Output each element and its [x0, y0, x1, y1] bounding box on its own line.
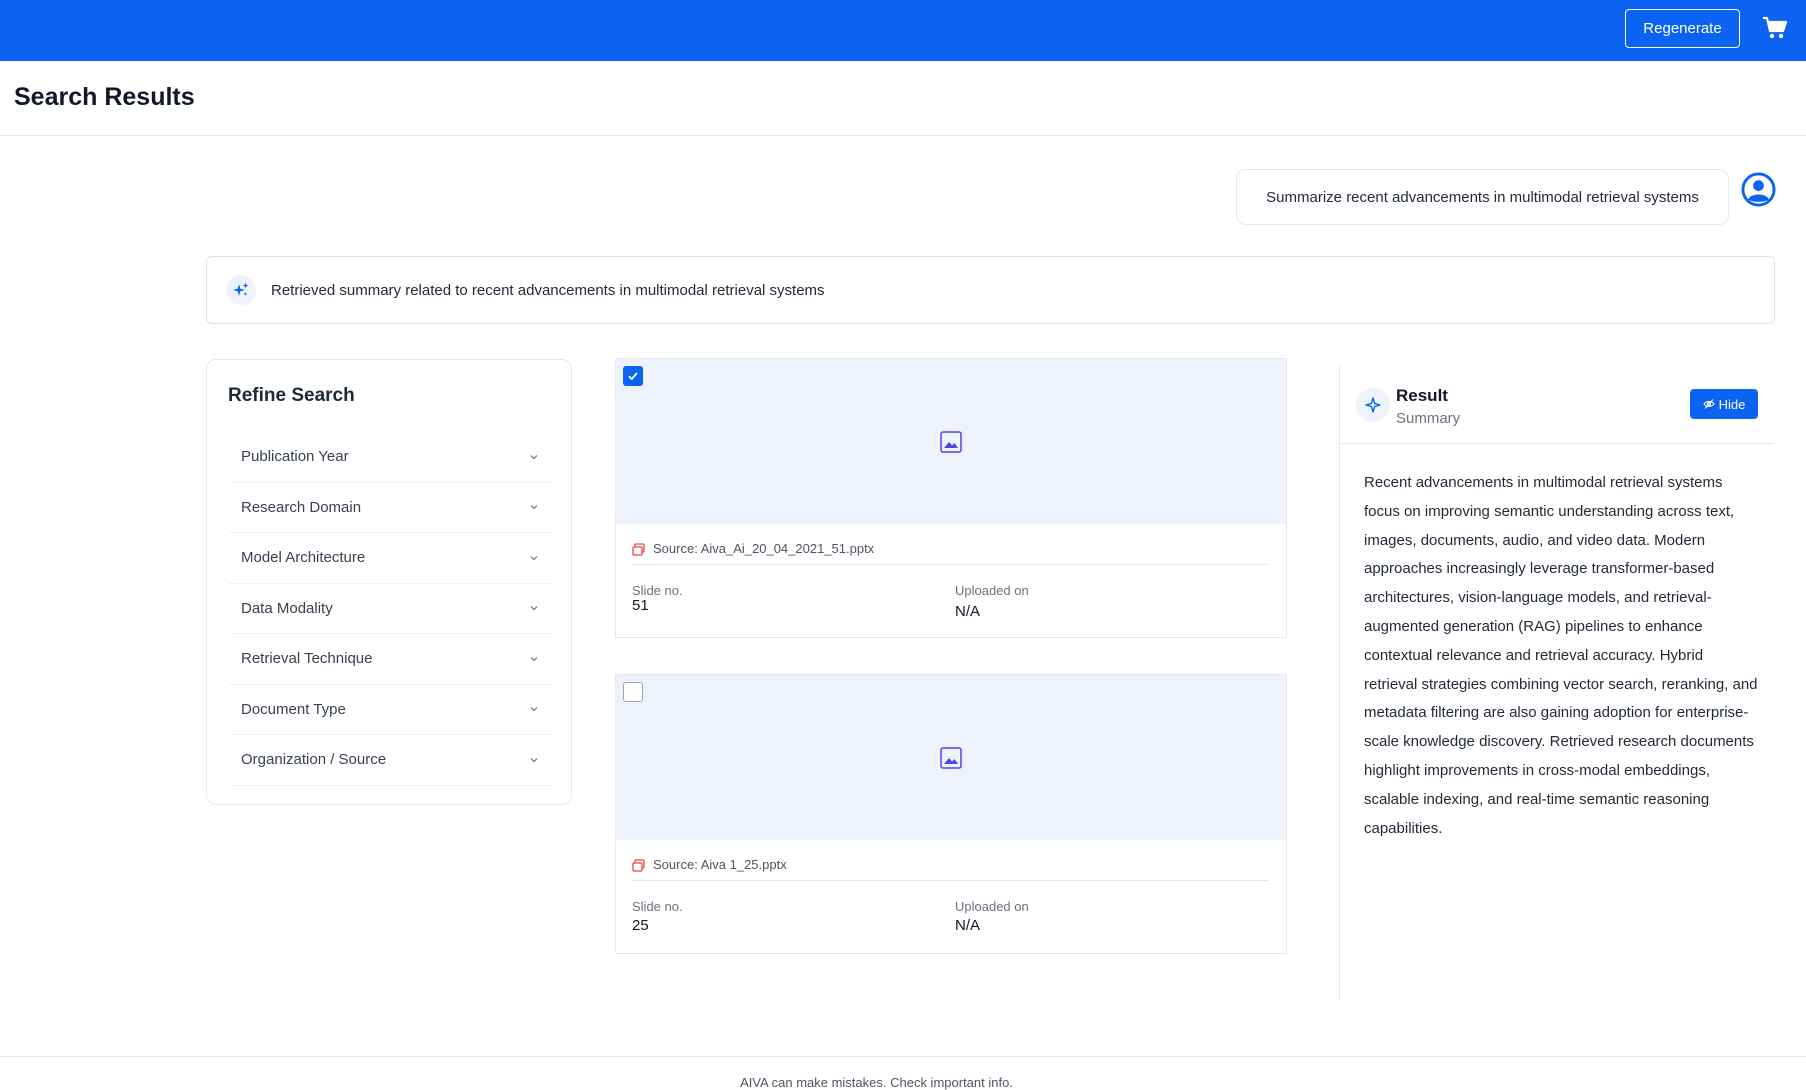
result-card: Source: Aiva 1_25.pptx Slide no. 25 Uplo… — [615, 674, 1287, 954]
slide-thumbnail[interactable] — [616, 359, 1286, 524]
panel-divider — [1339, 366, 1340, 1000]
image-placeholder-icon — [940, 747, 962, 769]
source-filename[interactable]: Source: Aiva 1_25.pptx — [653, 857, 787, 872]
slide-number-value: 51 — [632, 597, 649, 614]
uploaded-on-label: Uploaded on — [955, 899, 1029, 914]
select-checkbox[interactable] — [623, 682, 643, 702]
filter-organization-source[interactable]: Organization / Source — [229, 735, 551, 786]
filter-retrieval-technique[interactable]: Retrieval Technique — [229, 634, 551, 685]
filter-data-modality[interactable]: Data Modality — [229, 584, 551, 634]
summary-banner-text: Retrieved summary related to recent adva… — [271, 281, 825, 299]
source-row: Source: Aiva_Ai_20_04_2021_51.pptx — [632, 541, 1268, 565]
sparkle-icon — [226, 275, 256, 305]
chevron-down-icon — [530, 707, 538, 712]
filter-label: Research Domain — [241, 498, 362, 516]
filter-model-architecture[interactable]: Model Architecture — [229, 533, 551, 584]
slide-number-label: Slide no. — [632, 583, 683, 598]
user-query-text: Summarize recent advancements in multimo… — [1266, 188, 1699, 206]
uploaded-on-value: N/A — [955, 603, 981, 620]
uploaded-on-value: N/A — [955, 917, 981, 934]
chevron-down-icon — [530, 454, 538, 460]
slides-file-icon — [632, 543, 645, 556]
result-panel-subtitle: Summary — [1396, 410, 1461, 427]
summary-banner: Retrieved summary related to recent adva… — [206, 256, 1775, 324]
filter-label: Publication Year — [241, 448, 349, 466]
regenerate-button[interactable]: Regenerate — [1625, 9, 1740, 48]
page-header: Search Results — [0, 61, 1806, 136]
eye-off-icon — [1702, 399, 1715, 409]
filter-label: Data Modality — [241, 599, 333, 617]
uploaded-on-label: Uploaded on — [955, 583, 1029, 598]
chevron-down-icon — [530, 555, 538, 561]
result-panel-header: Result Summary Hide — [1340, 366, 1774, 444]
image-placeholder-icon — [940, 431, 962, 453]
source-filename[interactable]: Source: Aiva_Ai_20_04_2021_51.pptx — [653, 541, 874, 556]
sparkle-outline-icon — [1356, 388, 1390, 422]
filter-document-type[interactable]: Document Type — [229, 685, 551, 735]
user-query-bubble: Summarize recent advancements in multimo… — [1236, 169, 1729, 225]
slide-thumbnail[interactable] — [616, 675, 1286, 840]
disclaimer-text: AIVA can make mistakes. Check important … — [740, 1075, 1013, 1090]
slide-number-value: 25 — [632, 917, 649, 934]
chevron-down-icon — [530, 505, 538, 510]
chevron-down-icon — [530, 606, 538, 611]
user-circle-icon — [1741, 172, 1776, 207]
result-card: Source: Aiva_Ai_20_04_2021_51.pptx Slide… — [615, 358, 1287, 638]
filter-label: Document Type — [241, 700, 346, 718]
result-panel-title: Result — [1396, 386, 1448, 405]
refine-search-panel: Refine Search Publication Year Research … — [206, 359, 572, 805]
chevron-down-icon — [530, 656, 538, 662]
page-title: Search Results — [14, 83, 195, 111]
source-row: Source: Aiva 1_25.pptx — [632, 857, 1268, 881]
hide-button[interactable]: Hide — [1690, 389, 1758, 419]
slide-number-label: Slide no. — [632, 899, 683, 914]
result-summary-text: Recent advancements in multimodal retrie… — [1364, 474, 1758, 837]
filter-label: Retrieval Technique — [241, 650, 373, 668]
top-bar: Regenerate — [0, 0, 1806, 61]
chevron-down-icon — [530, 757, 538, 763]
footer: AIVA can make mistakes. Check important … — [0, 1056, 1806, 1090]
slides-file-icon — [632, 859, 645, 872]
hide-button-label: Hide — [1718, 396, 1746, 412]
filter-list: Publication Year Research Domain Model A… — [229, 432, 551, 786]
cart-icon[interactable] — [1762, 16, 1788, 40]
filter-label: Organization / Source — [241, 751, 387, 769]
refine-search-title: Refine Search — [228, 385, 355, 406]
select-checkbox[interactable] — [623, 366, 643, 386]
filter-research-domain[interactable]: Research Domain — [229, 483, 551, 533]
filter-label: Model Architecture — [241, 549, 366, 567]
filter-publication-year[interactable]: Publication Year — [229, 432, 551, 483]
